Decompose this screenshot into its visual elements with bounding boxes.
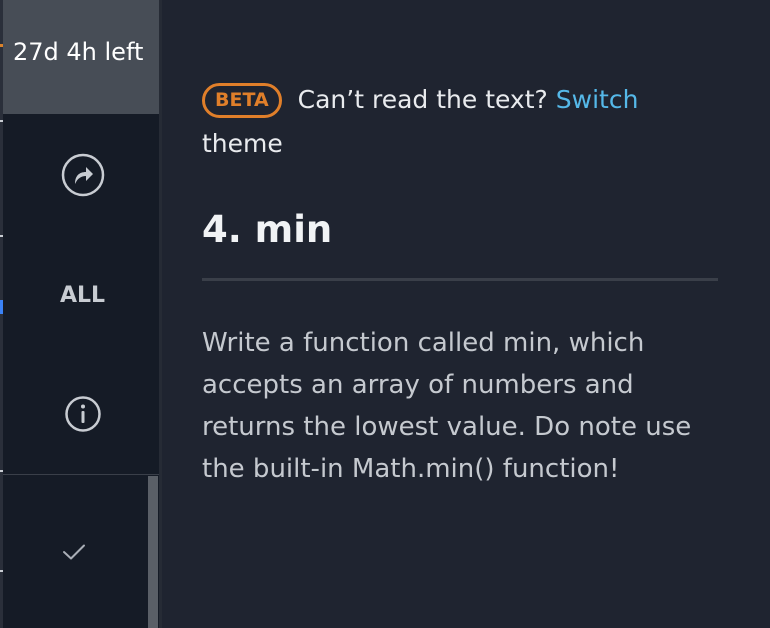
problem-panel: BETA Can’t read the text? Switch theme 4.… <box>162 0 770 628</box>
all-problems-button[interactable]: ALL <box>3 236 162 354</box>
mark-complete-button[interactable] <box>3 475 145 628</box>
share-button[interactable] <box>3 114 162 236</box>
time-remaining-label: 27d 4h left <box>13 38 144 66</box>
sidebar-scrollbar[interactable] <box>148 476 158 628</box>
info-button[interactable] <box>3 354 162 474</box>
share-arrow-icon <box>61 153 104 197</box>
problem-description: Write a function called min, which accep… <box>202 328 692 484</box>
beta-badge: BETA <box>202 83 282 118</box>
notice-text: Can’t read the text? <box>297 85 548 114</box>
switch-theme-link[interactable]: Switch <box>556 85 639 114</box>
sidebar: 27d 4h left ALL <box>3 0 162 628</box>
problem-title: 4. min <box>202 208 333 251</box>
all-problems-label: ALL <box>59 282 106 308</box>
info-icon <box>64 396 101 432</box>
time-remaining: 27d 4h left <box>3 0 162 114</box>
title-divider <box>202 278 718 281</box>
notice-theme-word: theme <box>202 129 283 158</box>
checkmark-icon <box>63 544 85 559</box>
theme-notice: BETA Can’t read the text? Switch theme <box>202 78 702 166</box>
